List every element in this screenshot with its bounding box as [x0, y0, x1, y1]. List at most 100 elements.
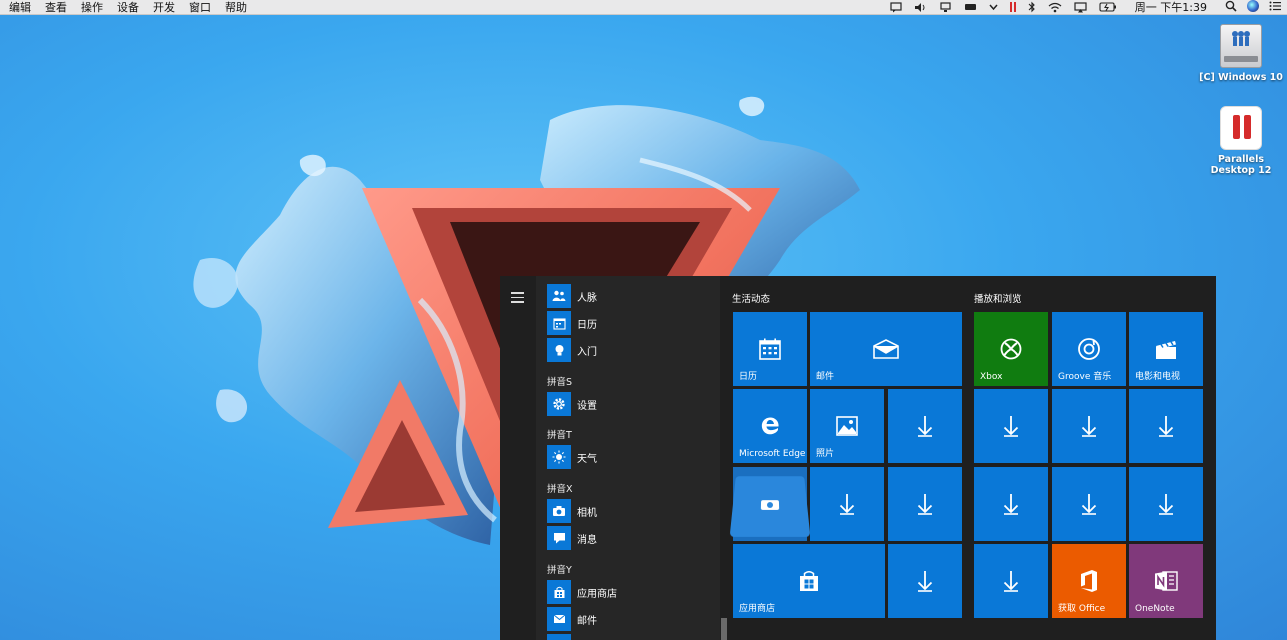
search-icon[interactable] — [1225, 0, 1237, 15]
app-list-header-y[interactable]: 拼音Y — [547, 562, 572, 576]
app-list: 人脉 日历 入门 拼音S 设置 拼音T 天气 拼音X 相机 消息 拼音Y 应用商… — [536, 276, 720, 640]
tile-movies[interactable]: 电影和电视 — [1129, 312, 1203, 386]
list-item-mail[interactable]: 邮件 — [547, 607, 719, 631]
chevron-down-icon[interactable] — [989, 4, 998, 11]
tile-download[interactable] — [888, 544, 962, 618]
store-bag-icon — [800, 571, 818, 591]
tile-groove[interactable]: Groove 音乐 — [1052, 312, 1126, 386]
tile-live-store[interactable] — [729, 467, 811, 541]
tile-download[interactable] — [1052, 467, 1126, 541]
app-label: 邮件 — [577, 615, 597, 627]
download-arrow-icon — [1003, 571, 1019, 592]
list-item-people[interactable]: 人脉 — [547, 284, 719, 308]
app-label: 设置 — [577, 400, 597, 412]
start-rail — [500, 276, 536, 640]
list-item-weather[interactable]: 天气 — [547, 445, 719, 469]
menubar-clock[interactable]: 周一 下午1:39 — [1135, 0, 1207, 15]
menu-edit[interactable]: 编辑 — [9, 0, 31, 15]
list-item-calendar[interactable]: 日历 — [547, 311, 719, 335]
tile-label: 电影和电视 — [1135, 372, 1181, 382]
status-area: 周一 下午1:39 — [884, 0, 1287, 15]
download-arrow-icon — [1081, 416, 1097, 437]
tile-calendar[interactable]: 日历 — [733, 312, 807, 386]
tile-photos[interactable]: 照片 — [810, 389, 884, 463]
app-list-header-t[interactable]: 拼音T — [547, 427, 572, 441]
tile-get-office[interactable]: 获取 Office — [1052, 544, 1126, 618]
download-arrow-icon — [1003, 416, 1019, 437]
chat-bubble-icon — [547, 526, 571, 550]
menu-actions[interactable]: 操作 — [81, 0, 103, 15]
tile-onenote[interactable]: OneNote — [1129, 544, 1203, 618]
tile-download[interactable] — [810, 467, 884, 541]
list-item-partial — [547, 634, 571, 640]
tile-label: 照片 — [816, 449, 835, 459]
tile-label: 应用商店 — [739, 604, 776, 614]
list-item-camera[interactable]: 相机 — [547, 499, 719, 523]
menu-develop[interactable]: 开发 — [153, 0, 175, 15]
app-list-header-x[interactable]: 拼音X — [547, 481, 573, 495]
tile-mail[interactable]: 邮件 — [810, 312, 962, 386]
live-tile-preview — [729, 476, 811, 537]
parallels-icon[interactable] — [1009, 2, 1016, 12]
tile-download[interactable] — [1129, 389, 1203, 463]
tile-download[interactable] — [1129, 467, 1203, 541]
menu-devices[interactable]: 设备 — [117, 0, 139, 15]
hard-drive-icon — [1220, 24, 1262, 68]
tile-store[interactable]: 应用商店 — [733, 544, 885, 618]
envelope-icon — [873, 339, 899, 359]
mac-menu-bar: 编辑 查看 操作 设备 开发 窗口 帮助 周一 下午1:39 — [0, 0, 1287, 15]
tile-download[interactable] — [974, 389, 1048, 463]
wifi-icon[interactable] — [1048, 2, 1062, 13]
list-item-store[interactable]: 应用商店 — [547, 580, 719, 604]
download-arrow-icon — [1158, 494, 1174, 515]
scrollbar-thumb[interactable] — [721, 618, 727, 640]
groove-music-icon — [1078, 338, 1100, 360]
list-item-get-started[interactable]: 入门 — [547, 338, 719, 362]
calendar-icon — [759, 338, 781, 360]
tile-download[interactable] — [974, 467, 1048, 541]
onenote-icon — [1155, 571, 1178, 591]
tile-label: 邮件 — [816, 372, 835, 382]
tile-label: OneNote — [1135, 604, 1175, 614]
menu-view[interactable]: 查看 — [45, 0, 67, 15]
tile-download[interactable] — [888, 389, 962, 463]
menu-window[interactable]: 窗口 — [189, 0, 211, 15]
download-arrow-icon — [1158, 416, 1174, 437]
notification-icon[interactable] — [890, 1, 902, 13]
tile-download[interactable] — [888, 467, 962, 541]
desktop-icon-label: Parallels Desktop 12 — [1210, 154, 1272, 176]
battery-icon[interactable] — [1099, 2, 1117, 12]
tile-xbox[interactable]: Xbox — [974, 312, 1048, 386]
download-arrow-icon — [917, 494, 933, 515]
menu-help[interactable]: 帮助 — [225, 0, 247, 15]
desktop-icon-windows-drive[interactable]: [C] Windows 10 — [1196, 24, 1286, 83]
bluetooth-icon[interactable] — [1028, 1, 1036, 13]
hamburger-menu-icon[interactable] — [511, 292, 524, 306]
list-item-settings[interactable]: 设置 — [547, 392, 719, 416]
group-title-play[interactable]: 播放和浏览 — [974, 291, 1022, 305]
app-list-header-s[interactable]: 拼音S — [547, 374, 572, 388]
display-icon[interactable] — [939, 1, 952, 13]
parallels-app-icon — [1220, 106, 1262, 150]
store-bag-icon — [547, 580, 571, 604]
tile-download[interactable] — [974, 544, 1048, 618]
group-title-life[interactable]: 生活动态 — [732, 291, 770, 305]
desktop-icon-label: [C] Windows 10 — [1199, 72, 1283, 83]
sun-icon — [547, 445, 571, 469]
keyboard-icon[interactable] — [964, 2, 977, 12]
tile-download[interactable] — [1052, 389, 1126, 463]
desktop-icon-parallels[interactable]: Parallels Desktop 12 — [1196, 106, 1286, 176]
download-arrow-icon — [1003, 494, 1019, 515]
volume-icon[interactable] — [914, 2, 927, 13]
xbox-icon — [1000, 338, 1022, 360]
app-list-scrollbar[interactable] — [720, 276, 728, 640]
siri-icon[interactable] — [1247, 0, 1259, 15]
lightbulb-icon — [547, 338, 571, 362]
list-item-messaging[interactable]: 消息 — [547, 526, 719, 550]
tile-edge[interactable]: Microsoft Edge — [733, 389, 807, 463]
app-label: 人脉 — [577, 292, 597, 304]
airplay-icon[interactable] — [1074, 1, 1087, 13]
tile-label: 获取 Office — [1058, 604, 1106, 614]
download-arrow-icon — [917, 416, 933, 437]
notification-center-icon[interactable] — [1269, 1, 1281, 14]
